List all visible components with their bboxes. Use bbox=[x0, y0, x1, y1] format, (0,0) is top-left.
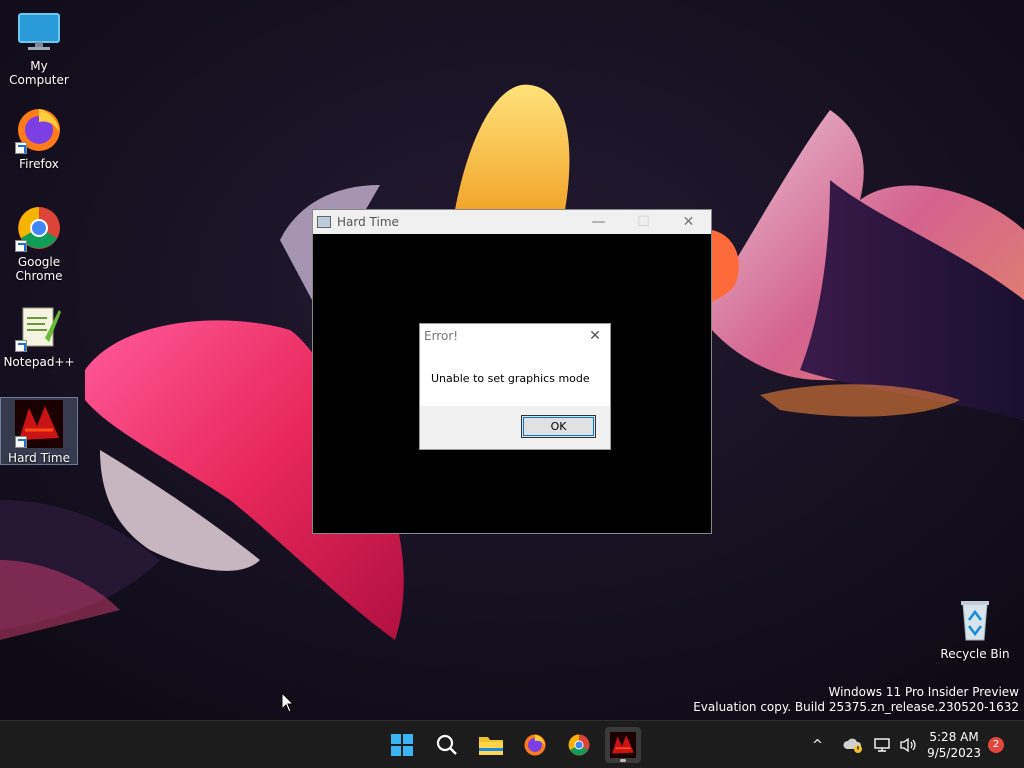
taskbar-clock[interactable]: 5:28 AM 9/5/2023 bbox=[927, 729, 981, 761]
notification-badge[interactable]: 2 bbox=[988, 737, 1004, 753]
dialog-footer: OK bbox=[420, 406, 610, 449]
chevron-up-icon: ^ bbox=[812, 737, 823, 753]
error-dialog[interactable]: Error! ✕ Unable to set graphics mode OK bbox=[419, 323, 611, 450]
firefox-icon bbox=[15, 106, 63, 154]
shortcut-arrow-icon bbox=[15, 340, 27, 352]
taskbar-chrome[interactable] bbox=[561, 727, 597, 763]
chrome-icon bbox=[568, 734, 590, 756]
tray-network-button[interactable] bbox=[873, 721, 893, 768]
window-titlebar[interactable]: Hard Time — ☐ ✕ bbox=[313, 210, 711, 234]
desktop-icon-label: Hard Time bbox=[8, 451, 70, 465]
app-window-icon bbox=[317, 216, 331, 228]
tray-volume-button[interactable] bbox=[899, 721, 917, 768]
notepadpp-icon bbox=[15, 304, 63, 352]
desktop-icon-my-computer[interactable]: My Computer bbox=[0, 8, 78, 87]
cloud-warning-icon bbox=[843, 738, 862, 753]
desktop-icon-label: Google Chrome bbox=[15, 255, 63, 283]
dialog-close-button[interactable]: ✕ bbox=[580, 328, 610, 344]
clock-date: 9/5/2023 bbox=[927, 746, 981, 760]
start-button[interactable] bbox=[384, 727, 420, 763]
close-button[interactable]: ✕ bbox=[666, 210, 711, 234]
dialog-message: Unable to set graphics mode bbox=[431, 372, 590, 385]
monitor-icon bbox=[15, 8, 63, 56]
desktop-icon-chrome[interactable]: Google Chrome bbox=[0, 204, 78, 283]
hard-time-icon bbox=[610, 732, 636, 758]
window-title: Hard Time bbox=[337, 215, 399, 229]
search-icon bbox=[436, 734, 457, 755]
recycle-bin-icon bbox=[951, 596, 999, 644]
maximize-button[interactable]: ☐ bbox=[621, 210, 666, 234]
taskbar-hard-time[interactable] bbox=[605, 727, 641, 763]
desktop-icon-recycle-bin[interactable]: Recycle Bin bbox=[936, 596, 1014, 661]
speaker-icon bbox=[900, 737, 916, 753]
ok-button[interactable]: OK bbox=[521, 415, 596, 438]
dialog-title: Error! bbox=[424, 329, 459, 343]
taskbar: ^ 5:28 AM 9/5/2023 2 bbox=[0, 720, 1024, 768]
desktop-icon-label: My Computer bbox=[9, 59, 69, 87]
shortcut-arrow-icon bbox=[15, 142, 27, 154]
minimize-button[interactable]: — bbox=[576, 210, 621, 234]
network-icon bbox=[874, 738, 890, 752]
desktop-icon-notepadpp[interactable]: Notepad++ bbox=[0, 304, 78, 369]
evaluation-watermark: Windows 11 Pro Insider Preview Evaluatio… bbox=[693, 685, 1019, 715]
taskbar-search-button[interactable] bbox=[429, 727, 465, 763]
hard-time-icon bbox=[15, 400, 63, 448]
windows-logo-icon bbox=[391, 734, 413, 756]
chrome-icon bbox=[15, 204, 63, 252]
shortcut-arrow-icon bbox=[15, 240, 27, 252]
tray-onedrive-button[interactable] bbox=[843, 721, 863, 768]
taskbar-firefox[interactable] bbox=[517, 727, 553, 763]
desktop-icon-label: Firefox bbox=[19, 157, 59, 171]
desktop-icon-hard-time[interactable]: Hard Time bbox=[0, 397, 78, 465]
clock-time: 5:28 AM bbox=[929, 730, 979, 744]
shortcut-arrow-icon bbox=[15, 436, 27, 448]
watermark-line-1: Windows 11 Pro Insider Preview bbox=[828, 685, 1019, 699]
desktop-icon-label: Notepad++ bbox=[3, 355, 75, 369]
desktop-icon-label: Recycle Bin bbox=[940, 647, 1010, 661]
tray-overflow-button[interactable]: ^ bbox=[812, 721, 823, 768]
mouse-cursor-icon bbox=[281, 691, 295, 718]
file-explorer-icon bbox=[479, 737, 503, 755]
dialog-message-area: Unable to set graphics mode bbox=[420, 348, 610, 406]
dialog-titlebar[interactable]: Error! ✕ bbox=[420, 324, 610, 348]
watermark-line-2: Evaluation copy. Build 25375.zn_release.… bbox=[693, 700, 1019, 714]
firefox-icon bbox=[524, 734, 546, 756]
desktop-icon-firefox[interactable]: Firefox bbox=[0, 106, 78, 171]
taskbar-file-explorer[interactable] bbox=[473, 727, 509, 763]
